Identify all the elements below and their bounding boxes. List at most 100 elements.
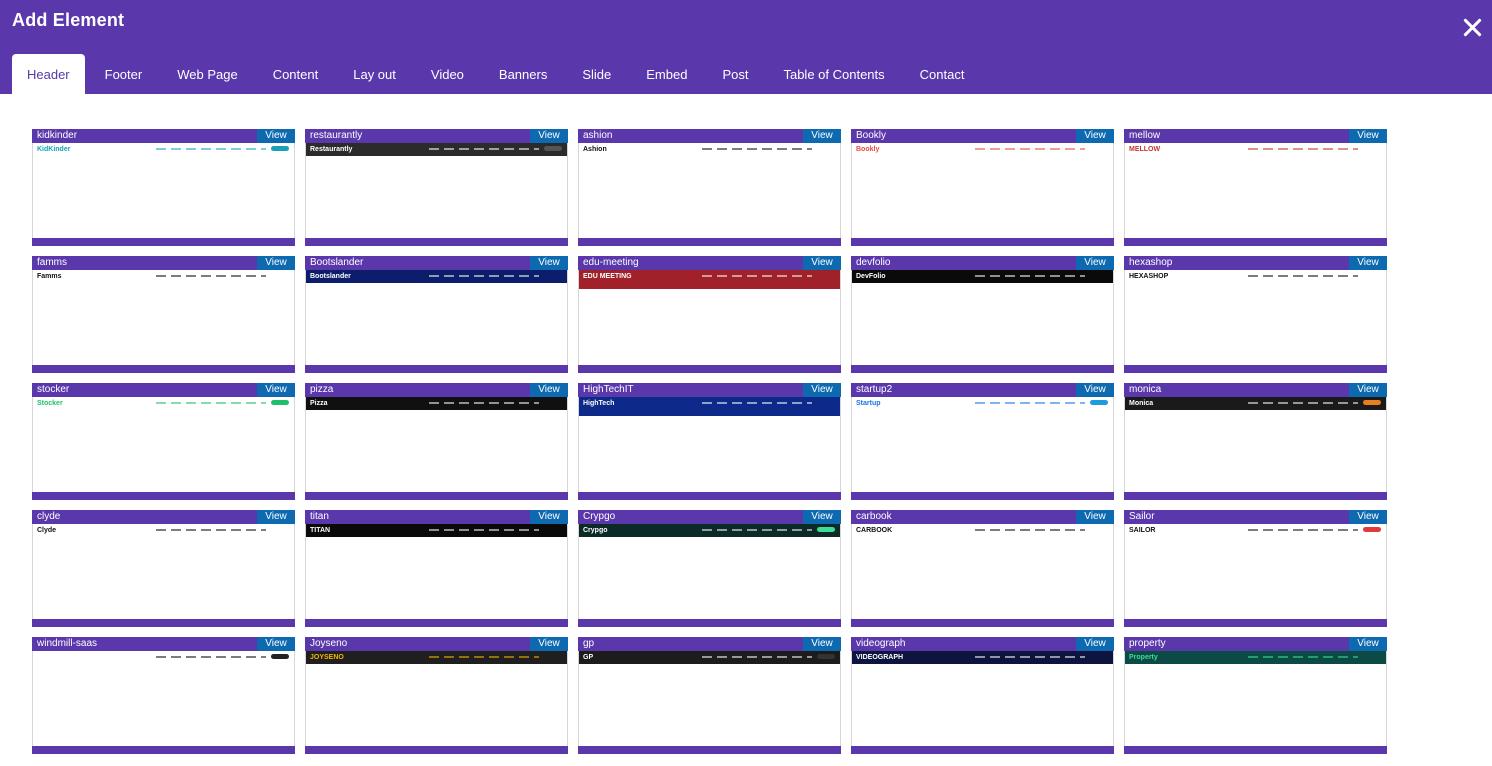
template-preview-nav [975,275,1085,277]
template-preview-nav [702,656,812,658]
template-preview-nav [429,275,539,277]
close-icon[interactable] [1458,14,1486,42]
template-card[interactable]: startup2 View Startup [851,383,1114,500]
view-button[interactable]: View [803,637,841,651]
template-card[interactable]: HighTechIT View HighTech [578,383,841,500]
template-card[interactable]: Bookly View Bookly [851,129,1114,246]
template-preview-thumbnail: TITAN [306,524,567,537]
template-card[interactable]: property View Property [1124,637,1387,754]
template-card[interactable]: titan View TITAN [305,510,568,627]
template-preview-thumbnail: Pizza [306,397,567,410]
tab-embed[interactable]: Embed [631,54,702,94]
view-button[interactable]: View [257,256,295,270]
view-button[interactable]: View [1076,637,1114,651]
template-preview-thumbnail: MELLOW [1125,143,1386,156]
tab-header[interactable]: Header [12,54,85,94]
tab-footer[interactable]: Footer [90,54,158,94]
template-preview-nav [702,402,812,404]
view-button[interactable]: View [257,129,295,143]
template-card[interactable]: pizza View Pizza [305,383,568,500]
template-card[interactable]: Crypgo View Crypgo [578,510,841,627]
template-preview-nav [975,656,1085,658]
tab-lay-out[interactable]: Lay out [338,54,411,94]
view-button[interactable]: View [1349,256,1387,270]
template-card-header: Joyseno View [305,637,568,651]
template-preview-logo: Property [1129,654,1158,661]
template-card-footer [305,746,568,754]
template-card[interactable]: gp View GP [578,637,841,754]
template-card[interactable]: famms View Famms [32,256,295,373]
tab-contact[interactable]: Contact [905,54,980,94]
view-button[interactable]: View [803,510,841,524]
template-card-header: hexashop View [1124,256,1387,270]
tab-table-of-contents[interactable]: Table of Contents [768,54,899,94]
template-card-footer [32,619,295,627]
view-button[interactable]: View [803,383,841,397]
template-card-footer [851,746,1114,754]
template-card[interactable]: stocker View Stocker [32,383,295,500]
template-card-header: property View [1124,637,1387,651]
template-preview-logo: VIDEOGRAPH [856,654,904,661]
template-name: kidkinder [37,130,78,141]
view-button[interactable]: View [1349,510,1387,524]
tab-web-page[interactable]: Web Page [162,54,252,94]
template-card[interactable]: restaurantly View Restaurantly [305,129,568,246]
template-name: Sailor [1129,511,1155,522]
template-card[interactable]: Joyseno View JOYSENO [305,637,568,754]
view-button[interactable]: View [1349,383,1387,397]
template-name: Crypgo [583,511,616,522]
template-preview-thumbnail: Property [1125,651,1386,664]
template-preview-logo: GP [583,654,594,661]
template-card[interactable]: kidkinder View KidKinder [32,129,295,246]
template-preview-thumbnail: Startup [852,397,1113,416]
tab-banners[interactable]: Banners [484,54,562,94]
template-card[interactable]: ashion View Ashion [578,129,841,246]
view-button[interactable]: View [530,637,568,651]
view-button[interactable]: View [803,129,841,143]
template-card-header: HighTechIT View [578,383,841,397]
tab-video[interactable]: Video [416,54,479,94]
template-name: monica [1129,384,1162,395]
view-button[interactable]: View [530,129,568,143]
template-card[interactable]: clyde View Clyde [32,510,295,627]
view-button[interactable]: View [257,383,295,397]
tab-content[interactable]: Content [258,54,334,94]
view-button[interactable]: View [257,637,295,651]
view-button[interactable]: View [1076,510,1114,524]
template-card[interactable]: windmill-saas View [32,637,295,754]
view-button[interactable]: View [257,510,295,524]
template-card[interactable]: Bootslander View Bootslander [305,256,568,373]
template-card[interactable]: mellow View MELLOW [1124,129,1387,246]
template-card[interactable]: devfolio View DevFolio [851,256,1114,373]
template-preview-logo: Restaurantly [310,146,353,153]
view-button[interactable]: View [1349,637,1387,651]
template-preview-logo: CARBOOK [856,527,893,534]
template-card[interactable]: videograph View VIDEOGRAPH [851,637,1114,754]
template-preview-button [817,527,835,532]
template-card[interactable]: monica View Monica [1124,383,1387,500]
template-card-footer [32,492,295,500]
template-card[interactable]: edu-meeting View EDU MEETING [578,256,841,373]
template-name: carbook [856,511,892,522]
view-button[interactable]: View [530,256,568,270]
template-card-footer [851,492,1114,500]
template-card[interactable]: Sailor View SAILOR [1124,510,1387,627]
template-card[interactable]: hexashop View HEXASHOP [1124,256,1387,373]
template-card-header: startup2 View [851,383,1114,397]
template-preview-thumbnail: Ashion [579,143,840,156]
template-preview-logo: TITAN [310,527,331,534]
template-name: Bootslander [310,257,364,268]
view-button[interactable]: View [1076,256,1114,270]
template-preview-logo: JOYSENO [310,654,344,661]
view-button[interactable]: View [1076,129,1114,143]
template-card-footer [1124,365,1387,373]
view-button[interactable]: View [803,256,841,270]
view-button[interactable]: View [1349,129,1387,143]
tab-slide[interactable]: Slide [567,54,626,94]
tab-post[interactable]: Post [707,54,763,94]
view-button[interactable]: View [530,383,568,397]
view-button[interactable]: View [530,510,568,524]
template-card[interactable]: carbook View CARBOOK [851,510,1114,627]
template-preview-nav [1248,529,1358,531]
view-button[interactable]: View [1076,383,1114,397]
